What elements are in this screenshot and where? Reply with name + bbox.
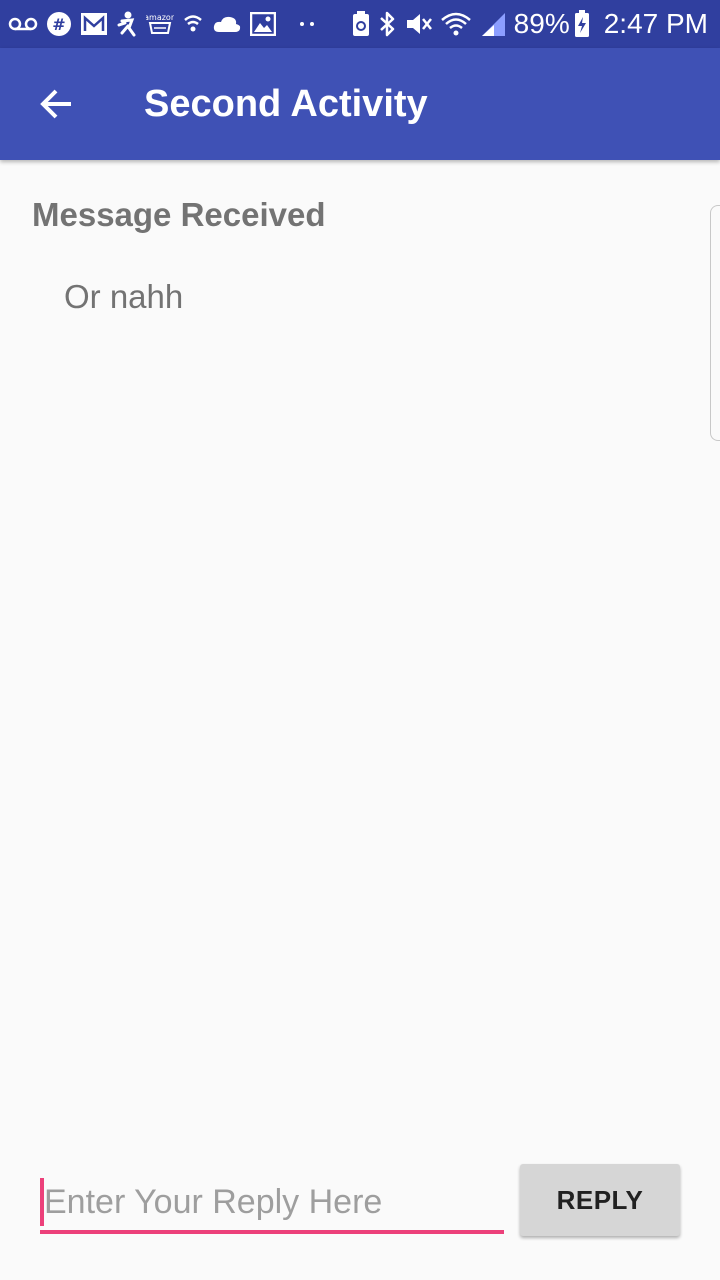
page-title: Second Activity (144, 83, 428, 125)
received-message-text: Or nahh (64, 278, 184, 315)
svg-text:amazon: amazon (146, 13, 174, 22)
vpn-shield-icon (182, 9, 204, 39)
svg-text:#: # (52, 15, 65, 34)
slack-icon: # (46, 9, 72, 39)
reply-field-container (40, 1174, 504, 1234)
cloud-icon (212, 9, 242, 39)
message-received-heading: Message Received (32, 196, 326, 233)
voicemail-icon (8, 9, 38, 39)
status-bar: # amazon 89% 2:47 PM (0, 0, 720, 48)
edge-panel-handle[interactable] (710, 205, 720, 441)
vibrate-mute-icon (404, 9, 432, 39)
reply-button[interactable]: REPLY (520, 1164, 680, 1236)
text-cursor (40, 1178, 44, 1226)
input-underline (40, 1230, 504, 1234)
back-button[interactable] (20, 68, 92, 140)
wifi-icon (440, 9, 472, 39)
battery-percent: 89% (513, 8, 570, 39)
battery-saver-icon (352, 9, 370, 39)
notification-icons: # amazon (8, 0, 326, 48)
battery-icon (574, 9, 590, 39)
clock: 2:47 PM (603, 8, 708, 39)
gmail-icon (80, 9, 108, 39)
arrow-back-icon (40, 89, 71, 119)
gallery-icon (250, 9, 276, 39)
more-dots-icon (298, 9, 318, 39)
signal-icon (480, 9, 506, 39)
reply-input[interactable] (40, 1174, 504, 1230)
system-icons: 89% 2:47 PM (352, 0, 708, 48)
app-toolbar: Second Activity (0, 48, 720, 160)
bluetooth-icon (378, 9, 396, 39)
amazon-icon: amazon (146, 9, 174, 39)
fitness-icon (116, 9, 138, 39)
